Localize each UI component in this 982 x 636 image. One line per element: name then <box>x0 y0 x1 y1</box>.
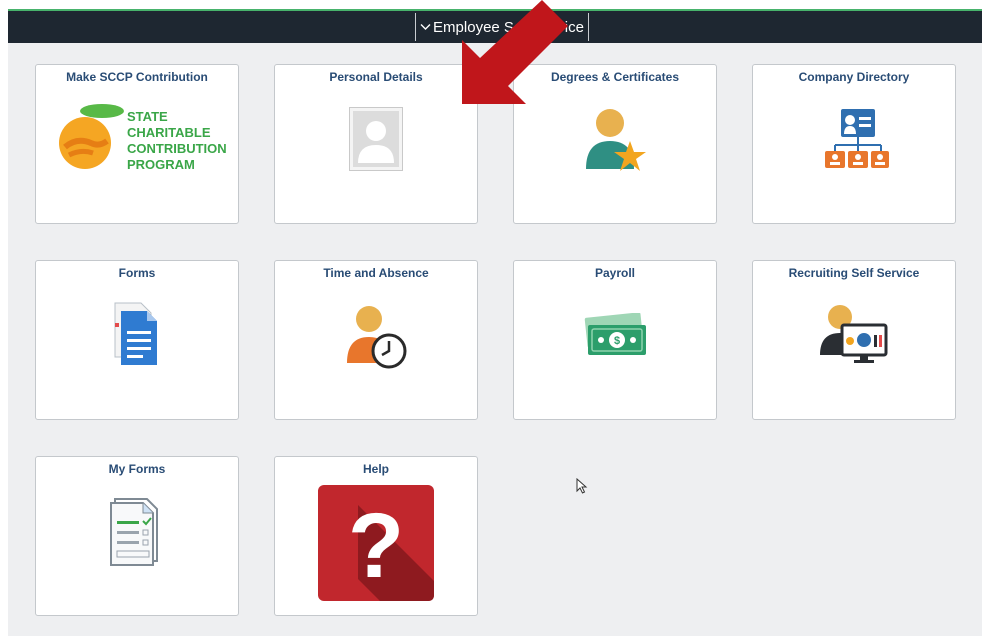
document-icon <box>36 301 238 367</box>
person-star-icon <box>514 103 716 173</box>
tile-title: Make SCCP Contribution <box>66 70 208 84</box>
money-icon: $ <box>514 313 716 359</box>
tile-my-forms[interactable]: My Forms <box>35 456 239 616</box>
tile-company-directory[interactable]: Company Directory <box>752 64 956 224</box>
header-bar: Employee Self Service <box>8 11 982 43</box>
tile-title: Personal Details <box>329 70 423 84</box>
tile-make-sccp-contribution[interactable]: Make SCCP Contribution STATE CHARITABLE … <box>35 64 239 224</box>
tile-title: My Forms <box>108 462 166 476</box>
tile-title: Payroll <box>594 266 636 280</box>
person-monitor-icon <box>753 303 955 365</box>
mouse-cursor-icon <box>576 478 588 494</box>
tile-personal-details[interactable]: Personal Details <box>274 64 478 224</box>
tile-title: Time and Absence <box>323 266 429 280</box>
tile-title: Help <box>362 462 389 476</box>
sccp-logo-line-4: PROGRAM <box>127 157 195 172</box>
chevron-down-icon <box>420 20 431 34</box>
sccp-logo-line-1: STATE <box>127 109 168 124</box>
tile-time-and-absence[interactable]: Time and Absence <box>274 260 478 420</box>
tile-title: Degrees & Certificates <box>550 70 680 84</box>
tile-help[interactable]: Help ? <box>274 456 478 616</box>
tile-title: Company Directory <box>798 70 910 84</box>
person-clock-icon <box>275 301 477 371</box>
svg-text:$: $ <box>614 335 620 347</box>
person-placeholder-icon <box>275 107 477 171</box>
tile-payroll[interactable]: Payroll $ <box>513 260 717 420</box>
help-glyph: ? <box>348 495 404 597</box>
tile-title: Forms <box>118 266 156 280</box>
org-chart-icon <box>753 107 955 171</box>
question-mark-icon: ? <box>275 485 477 601</box>
sccp-logo-icon: STATE CHARITABLE CONTRIBUTIONS PROGRAM <box>36 103 238 175</box>
homepage-selector[interactable]: Employee Self Service <box>415 13 589 41</box>
tile-degrees-certificates[interactable]: Degrees & Certificates <box>513 64 717 224</box>
homepage-title: Employee Self Service <box>433 18 584 36</box>
tile-recruiting-self-service[interactable]: Recruiting Self Service <box>752 260 956 420</box>
checklist-form-icon <box>36 497 238 567</box>
sccp-logo-line-3: CONTRIBUTIONS <box>127 141 227 156</box>
tile-forms[interactable]: Forms <box>35 260 239 420</box>
tile-title: Recruiting Self Service <box>788 266 920 280</box>
sccp-logo-line-2: CHARITABLE <box>127 125 211 140</box>
